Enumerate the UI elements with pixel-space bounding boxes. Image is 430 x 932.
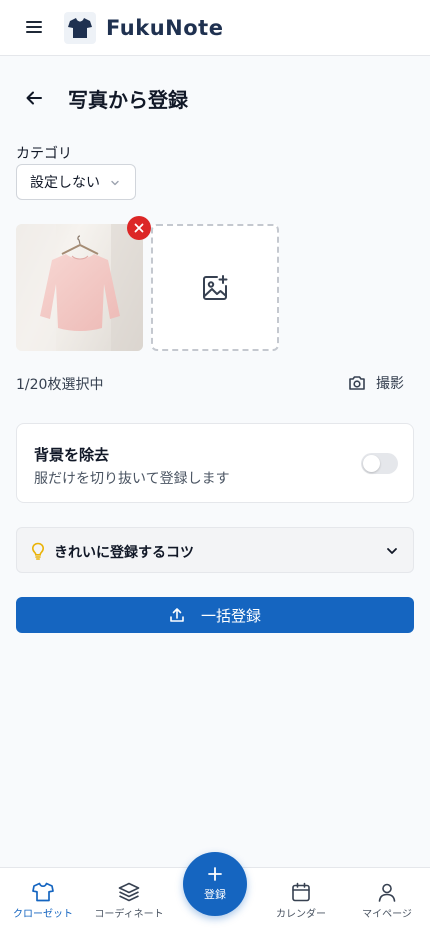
upload-icon: [170, 608, 184, 622]
image-plus-icon: [203, 274, 228, 300]
menu-icon[interactable]: [22, 18, 46, 38]
top-app-bar: FukuNote: [0, 0, 430, 56]
back-arrow-icon[interactable]: [22, 86, 46, 110]
add-photo-button[interactable]: [151, 224, 279, 351]
take-photo-label: 撮影: [376, 376, 404, 392]
nav-calendar-label: カレンダー: [276, 909, 326, 920]
category-selected-value: 設定しない: [30, 175, 100, 191]
user-icon: [378, 883, 396, 902]
register-fab[interactable]: 登録: [183, 852, 247, 916]
nav-mypage-label: マイページ: [362, 909, 412, 920]
tshirt-icon: [64, 12, 96, 44]
toggle-knob: [363, 455, 380, 472]
brand-name: FukuNote: [106, 16, 224, 40]
lightbulb-icon: [31, 542, 45, 560]
bulk-register-button[interactable]: 一括登録: [16, 597, 414, 633]
background-removal-title: 背景を除去: [34, 446, 110, 464]
plus-icon: [208, 867, 222, 881]
nav-closet-label: クローゼット: [13, 909, 73, 920]
photo-thumbnail[interactable]: [16, 224, 143, 351]
background-removal-description: 服だけを切り抜いて登録します: [34, 471, 230, 487]
page-title: 写真から登録: [68, 88, 188, 112]
remove-photo-button[interactable]: [127, 216, 151, 240]
chevron-down-icon: [111, 180, 119, 186]
nav-coordinate[interactable]: コーディネート: [86, 868, 172, 932]
layers-icon: [118, 882, 140, 902]
tips-label: きれいに登録するコツ: [54, 545, 194, 561]
nav-calendar[interactable]: カレンダー: [258, 868, 344, 932]
nav-mypage[interactable]: マイページ: [344, 868, 430, 932]
camera-icon: [349, 376, 365, 390]
calendar-icon: [292, 882, 310, 902]
brand[interactable]: FukuNote: [64, 12, 223, 44]
selection-count: 1/20枚選択中: [16, 377, 104, 393]
shirt-icon: [32, 882, 54, 902]
nav-coordinate-label: コーディネート: [94, 909, 164, 920]
tips-accordion[interactable]: きれいに登録するコツ: [16, 527, 414, 573]
take-photo-button[interactable]: 撮影: [348, 372, 404, 394]
register-fab-label: 登録: [204, 888, 226, 901]
close-icon: [134, 223, 144, 233]
nav-closet[interactable]: クローゼット: [0, 868, 86, 932]
bulk-register-label: 一括登録: [200, 606, 261, 625]
category-select[interactable]: 設定しない: [16, 164, 136, 200]
background-removal-toggle[interactable]: [361, 453, 398, 474]
chevron-down-icon: [387, 548, 397, 554]
background-removal-card: 背景を除去 服だけを切り抜いて登録します: [16, 423, 414, 503]
category-label: カテゴリ: [16, 146, 72, 162]
